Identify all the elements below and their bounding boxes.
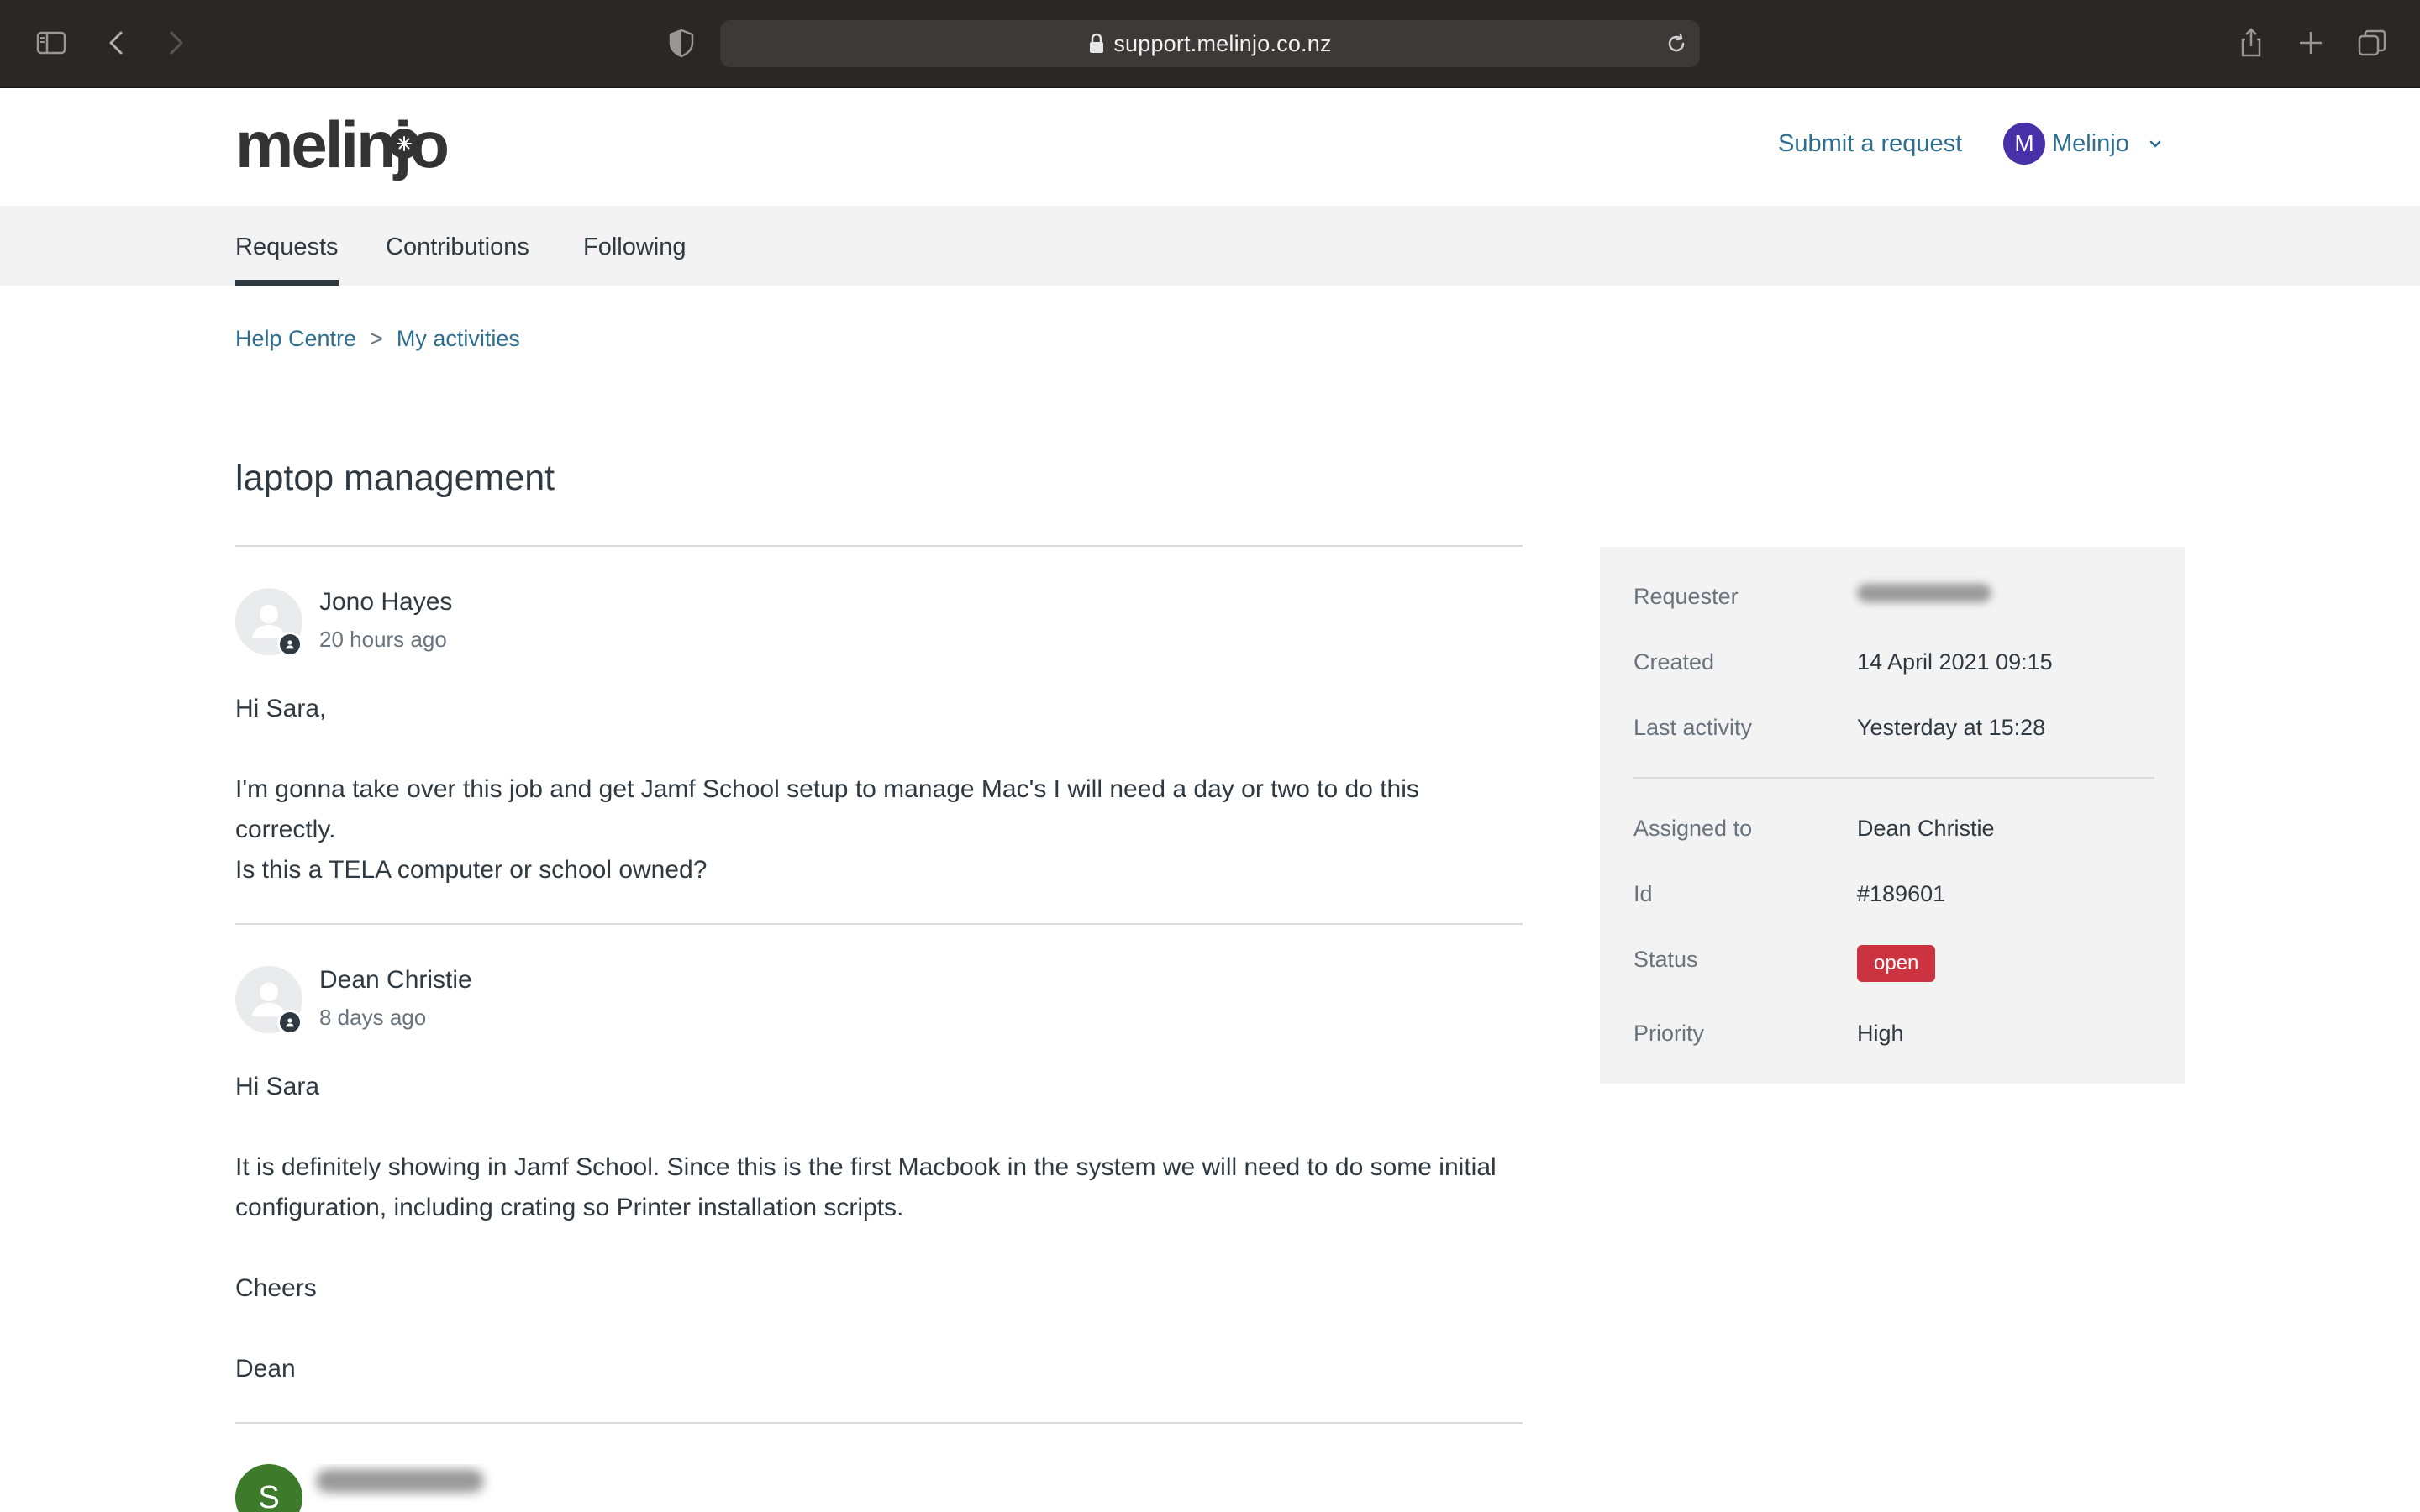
comment-divider <box>235 923 1523 925</box>
status-badge: open <box>1857 945 1936 982</box>
details-divider <box>1634 777 2154 779</box>
breadcrumb-help-centre[interactable]: Help Centre <box>235 326 356 352</box>
agent-badge-icon <box>277 632 302 657</box>
detail-label: Id <box>1634 881 1653 906</box>
breadcrumb: Help Centre > My activities <box>235 326 520 352</box>
detail-value: High <box>1857 1021 1904 1046</box>
comment-time: 20 hours ago <box>319 627 447 652</box>
back-icon[interactable] <box>97 24 136 62</box>
detail-label: Last activity <box>1634 715 1753 740</box>
detail-value: Dean Christie <box>1857 816 1995 841</box>
detail-value: 14 April 2021 09:15 <box>1857 649 2053 675</box>
request-details-panel: Requester Created 14 April 2021 09:15 La… <box>1600 547 2185 1084</box>
comment: S <box>235 1464 1523 1512</box>
comment-paragraph: I'm gonna take over this job and get Jam… <box>235 775 1419 843</box>
new-tab-icon[interactable] <box>2291 24 2330 62</box>
detail-label: Priority <box>1634 1021 1705 1046</box>
detail-label: Status <box>1634 947 1698 972</box>
share-icon[interactable] <box>2232 24 2270 62</box>
forward-icon[interactable] <box>156 24 195 62</box>
tab-contributions[interactable]: Contributions <box>386 206 529 286</box>
lock-icon <box>1088 33 1105 55</box>
comment: Dean Christie 8 days ago Hi Sara It is d… <box>235 966 1523 1386</box>
comment-body: Hi Sara It is definitely showing in Jamf… <box>235 1067 1523 1389</box>
comment: Jono Hayes 20 hours ago Hi Sara, I'm gon… <box>235 588 1523 907</box>
sidebar-toggle-icon[interactable] <box>32 24 71 62</box>
comment-time: 8 days ago <box>319 1005 427 1030</box>
comment-paragraph: It is definitely showing in Jamf School.… <box>235 1153 1497 1221</box>
comment-divider <box>235 1422 1523 1424</box>
reload-icon[interactable] <box>1663 30 1690 57</box>
comment-paragraph: Is this a TELA computer or school owned? <box>235 856 708 884</box>
redacted-requester-name <box>1857 584 1991 602</box>
user-menu[interactable]: M Melinjo <box>2003 122 2163 165</box>
privacy-shield-icon[interactable] <box>662 24 701 62</box>
activity-nav: Requests Contributions Following <box>0 206 2420 286</box>
agent-badge-icon <box>277 1010 302 1035</box>
tab-requests[interactable]: Requests <box>235 206 339 286</box>
site-header: melinjo Submit a request M Melinjo <box>0 88 2420 206</box>
user-name: Melinjo <box>2052 129 2129 157</box>
tab-overview-icon[interactable] <box>2353 24 2391 62</box>
logo-flower-icon <box>389 129 419 159</box>
browser-toolbar: support.melinjo.co.nz <box>0 0 2420 88</box>
user-avatar: M <box>2003 123 2045 165</box>
detail-label: Requester <box>1634 584 1739 609</box>
tab-following[interactable]: Following <box>583 206 687 286</box>
detail-label: Assigned to <box>1634 816 1753 841</box>
title-divider <box>235 545 1523 547</box>
chevron-down-icon <box>2148 136 2163 151</box>
redacted-author-name <box>316 1469 484 1493</box>
avatar <box>235 588 302 657</box>
comment-paragraph: Hi Sara, <box>235 695 327 722</box>
comment-paragraph: Dean <box>235 1355 296 1383</box>
comment-paragraph: Cheers <box>235 1274 317 1302</box>
submit-request-link[interactable]: Submit a request <box>1778 130 1962 158</box>
breadcrumb-separator: > <box>370 326 383 351</box>
detail-value: Yesterday at 15:28 <box>1857 715 2046 740</box>
avatar: S <box>235 1464 302 1512</box>
comment-paragraph: Hi Sara <box>235 1073 320 1100</box>
detail-value: #189601 <box>1857 881 1946 906</box>
comment-author[interactable]: Jono Hayes <box>319 588 452 617</box>
comment-author[interactable]: Dean Christie <box>319 966 472 995</box>
address-bar[interactable]: support.melinjo.co.nz <box>720 20 1700 67</box>
avatar <box>235 966 302 1035</box>
breadcrumb-my-activities[interactable]: My activities <box>397 326 520 352</box>
detail-label: Created <box>1634 649 1715 675</box>
comment-body: Hi Sara, I'm gonna take over this job an… <box>235 689 1523 890</box>
url-text: support.melinjo.co.nz <box>1113 30 1332 56</box>
request-title: laptop management <box>235 458 555 498</box>
